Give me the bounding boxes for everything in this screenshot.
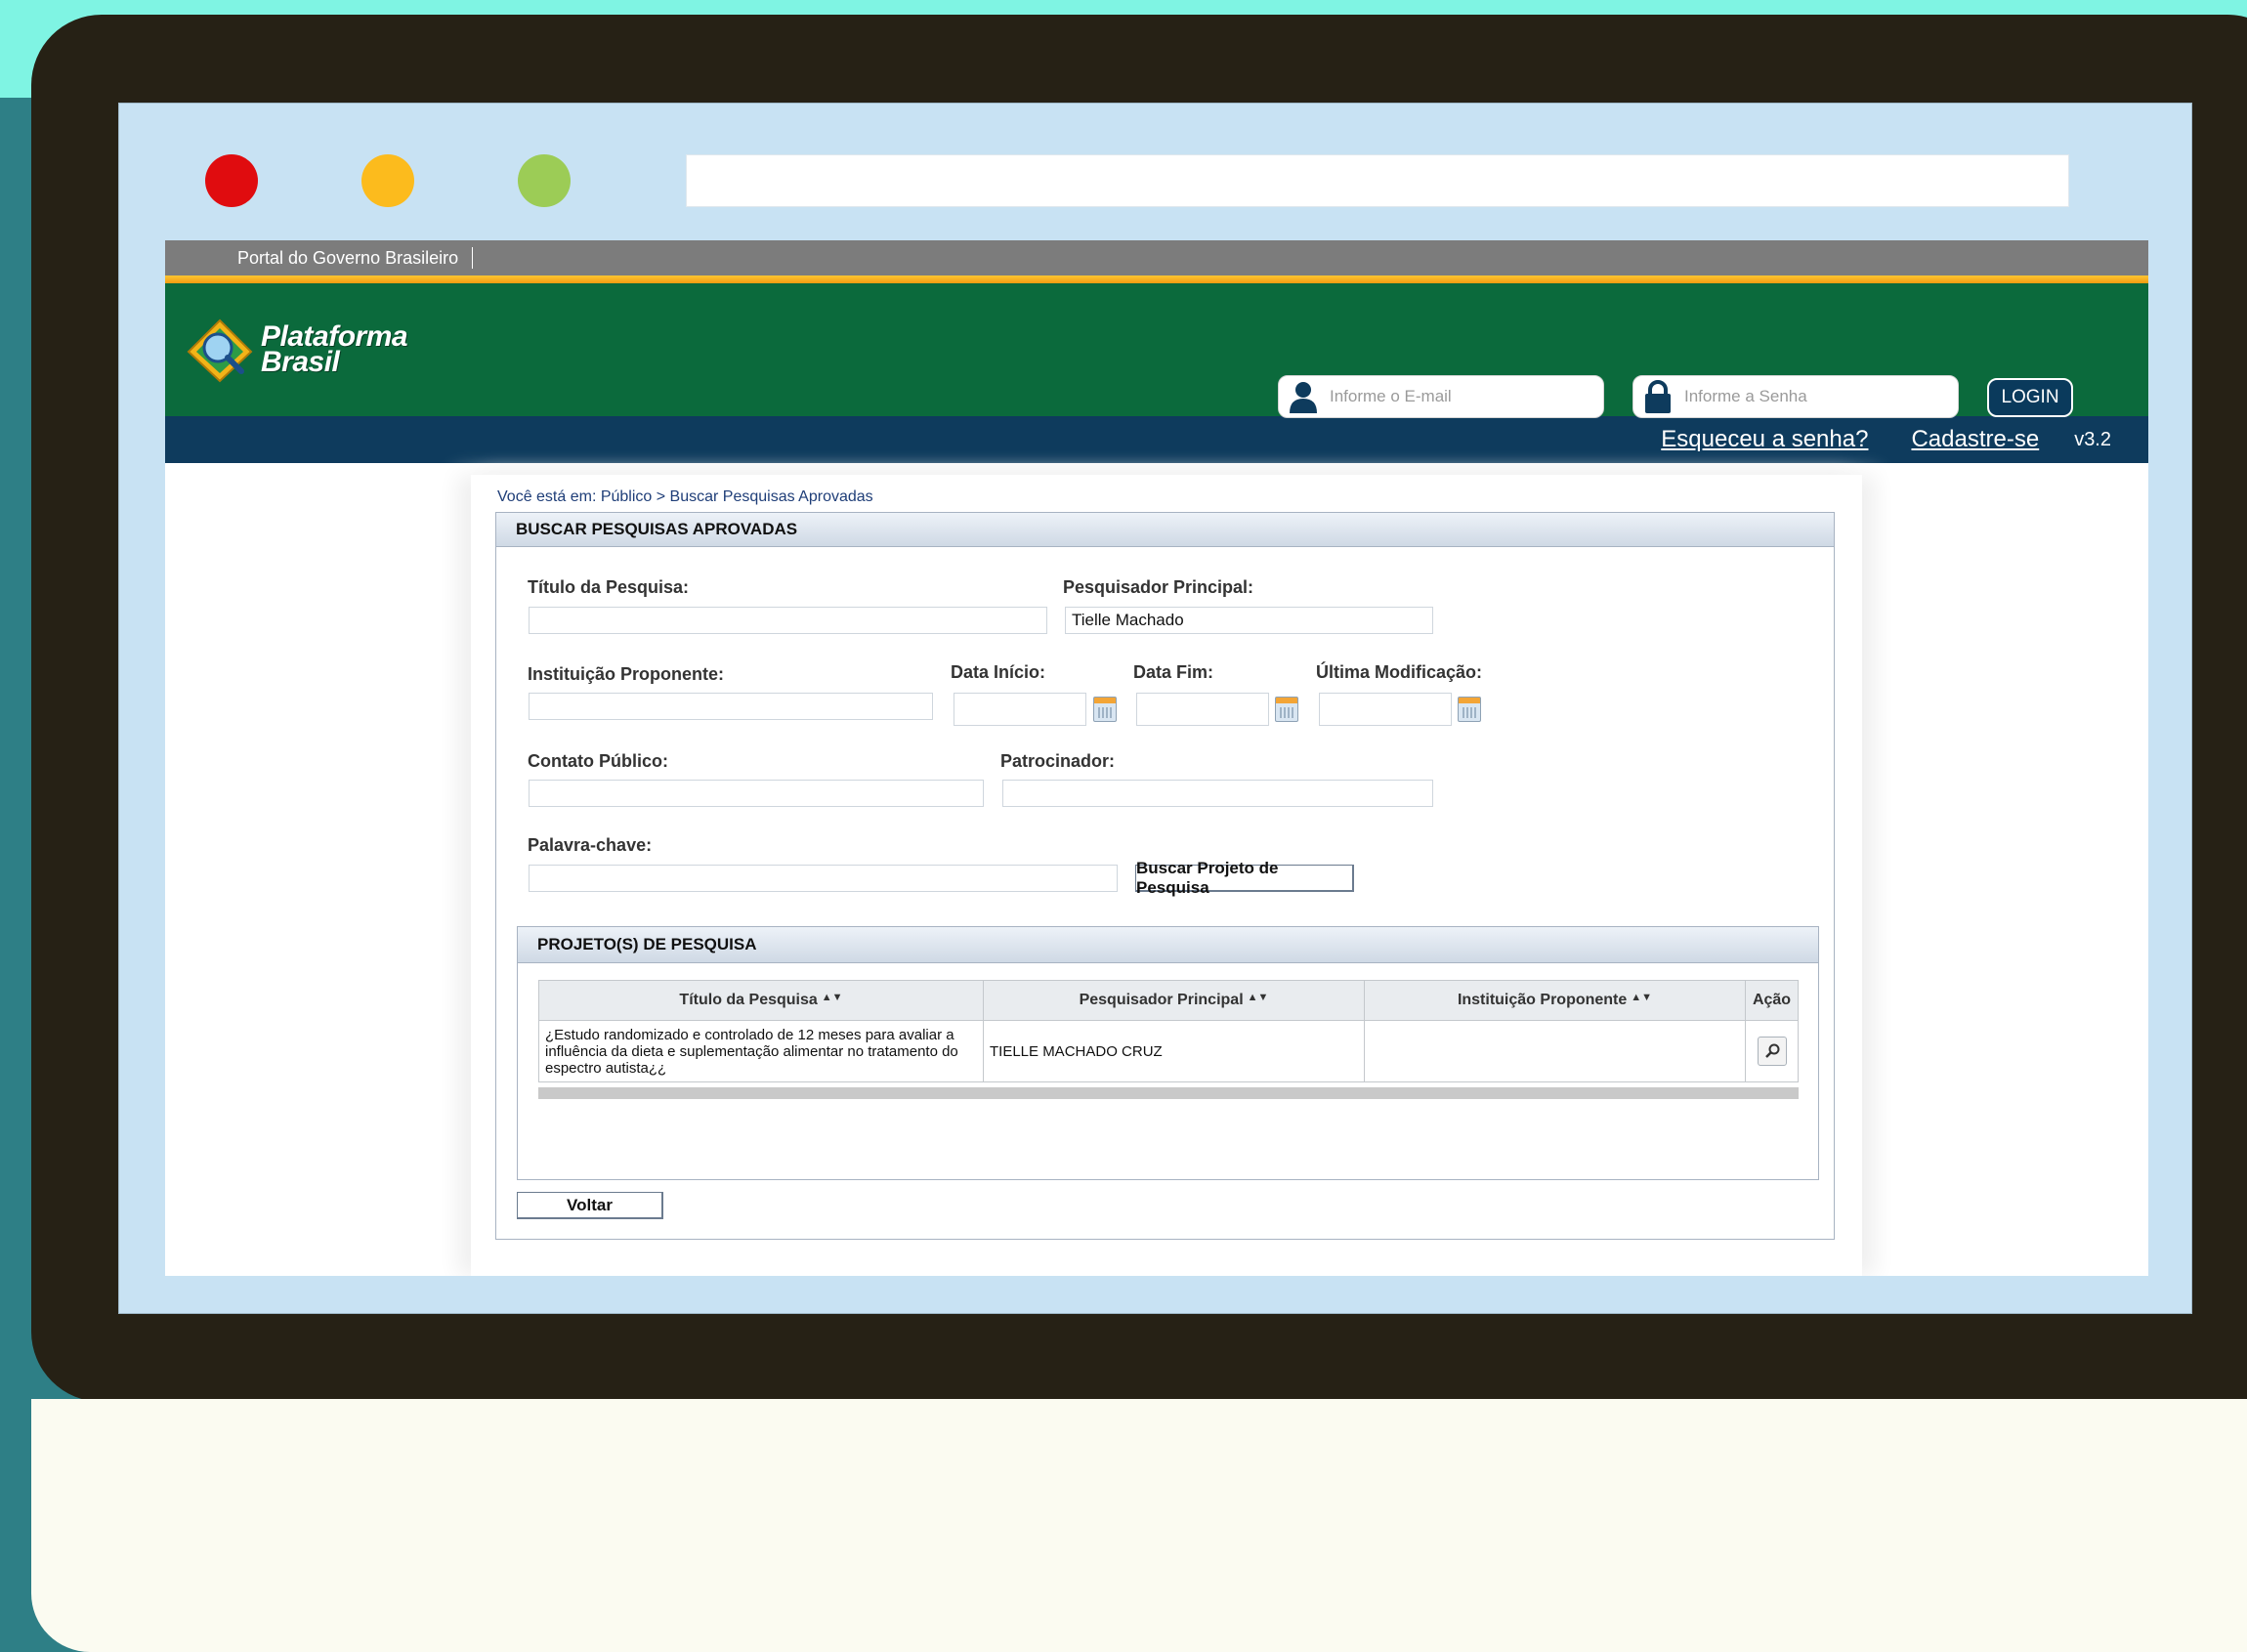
voltar-button[interactable]: Voltar <box>517 1192 663 1219</box>
col-pesquisador-label: Pesquisador Principal <box>1079 992 1244 1008</box>
col-instituicao[interactable]: Instituição Proponente ▲▼ <box>1364 980 1746 1021</box>
address-bar[interactable] <box>686 154 2069 207</box>
buscar-projeto-button[interactable]: Buscar Projeto de Pesquisa <box>1135 859 1354 897</box>
window-close-dot[interactable] <box>205 154 258 207</box>
main-content: Você está em: Público > Buscar Pesquisas… <box>471 475 1862 1276</box>
accent-stripe <box>165 275 2148 283</box>
cell-titulo: ¿Estudo randomizado e controlado de 12 m… <box>538 1020 984 1082</box>
email-placeholder: Informe o E-mail <box>1330 387 1452 405</box>
sort-icon[interactable]: ▲▼ <box>1248 992 1269 1003</box>
col-instituicao-label: Instituição Proponente <box>1457 992 1628 1008</box>
register-link[interactable]: Cadastre-se <box>1911 426 2039 453</box>
cell-acao <box>1745 1020 1799 1082</box>
titulo-input[interactable] <box>529 607 1047 634</box>
calendar-icon[interactable] <box>1458 697 1481 722</box>
logo-line-2: Brasil <box>261 346 340 378</box>
sort-icon[interactable]: ▲▼ <box>822 992 843 1003</box>
lock-icon <box>1645 380 1671 413</box>
results-panel-title: PROJETO(S) DE PESQUISA <box>518 927 1818 963</box>
data-inicio-label: Data Início: <box>951 662 1046 682</box>
version-label: v3.2 <box>2074 428 2111 450</box>
instituicao-label: Instituição Proponente: <box>528 664 725 684</box>
window-minimize-dot[interactable] <box>361 154 414 207</box>
logo-text: Plataforma Brasil <box>261 322 408 378</box>
results-table: Título da Pesquisa ▲▼ Pesquisador Princip… <box>538 980 1799 1082</box>
magnifier-icon <box>1764 1043 1779 1058</box>
cell-instituicao <box>1364 1020 1746 1082</box>
contato-label: Contato Público: <box>528 751 668 771</box>
account-nav: Esqueceu a senha? Cadastre-se v3.2 <box>165 416 2148 463</box>
patrocinador-input[interactable] <box>1002 780 1433 807</box>
cell-pesquisador: TIELLE MACHADO CRUZ <box>983 1020 1365 1082</box>
palavra-chave-input[interactable] <box>529 865 1118 892</box>
data-fim-label: Data Fim: <box>1133 662 1214 682</box>
search-panel: BUSCAR PESQUISAS APROVADAS Título da Pes… <box>495 512 1835 1240</box>
calendar-icon[interactable] <box>1093 697 1117 722</box>
logo-icon <box>185 315 255 385</box>
contato-input[interactable] <box>529 780 984 807</box>
search-panel-title: BUSCAR PESQUISAS APROVADAS <box>496 513 1834 547</box>
email-input[interactable]: Informe o E-mail <box>1278 375 1604 418</box>
site-header: Plataforma Brasil Informe o E-mail Infor… <box>165 283 2148 418</box>
plataforma-brasil-logo[interactable]: Plataforma Brasil <box>185 315 408 385</box>
sort-icon[interactable]: ▲▼ <box>1631 992 1652 1003</box>
col-acao: Ação <box>1745 980 1799 1021</box>
calendar-icon[interactable] <box>1275 697 1298 722</box>
patrocinador-label: Patrocinador: <box>1000 751 1116 771</box>
ultima-modificacao-label: Última Modificação: <box>1316 662 1483 682</box>
view-details-button[interactable] <box>1757 1037 1787 1066</box>
table-footer <box>538 1087 1799 1099</box>
forgot-password-link[interactable]: Esqueceu a senha? <box>1661 426 1868 453</box>
instituicao-input[interactable] <box>529 693 933 720</box>
titulo-label: Título da Pesquisa: <box>528 577 690 597</box>
results-panel: PROJETO(S) DE PESQUISA Título da Pesquis… <box>517 926 1819 1180</box>
data-fim-input[interactable] <box>1136 693 1269 726</box>
table-row: ¿Estudo randomizado e controlado de 12 m… <box>538 1020 1799 1082</box>
pesquisador-input[interactable]: Tielle Machado <box>1065 607 1433 634</box>
col-pesquisador[interactable]: Pesquisador Principal ▲▼ <box>983 980 1365 1021</box>
window-maximize-dot[interactable] <box>518 154 571 207</box>
password-input[interactable]: Informe a Senha <box>1632 375 1959 418</box>
palavra-chave-label: Palavra-chave: <box>528 835 653 855</box>
gov-portal-bar: Portal do Governo Brasileiro <box>165 240 2148 275</box>
breadcrumb: Você está em: Público > Buscar Pesquisas… <box>497 488 873 505</box>
gov-portal-link[interactable]: Portal do Governo Brasileiro <box>237 247 474 269</box>
laptop-base <box>31 1399 2247 1652</box>
col-titulo-label: Título da Pesquisa <box>679 992 818 1008</box>
user-icon <box>1290 382 1317 413</box>
password-placeholder: Informe a Senha <box>1684 387 1807 405</box>
login-button[interactable]: LOGIN <box>1987 378 2073 417</box>
browser-window: Portal do Governo Brasileiro Plataforma … <box>118 103 2192 1314</box>
web-page: Portal do Governo Brasileiro Plataforma … <box>165 240 2148 1276</box>
data-inicio-input[interactable] <box>954 693 1086 726</box>
pesquisador-label: Pesquisador Principal: <box>1063 577 1254 597</box>
ultima-modificacao-input[interactable] <box>1319 693 1452 726</box>
col-titulo[interactable]: Título da Pesquisa ▲▼ <box>538 980 984 1021</box>
